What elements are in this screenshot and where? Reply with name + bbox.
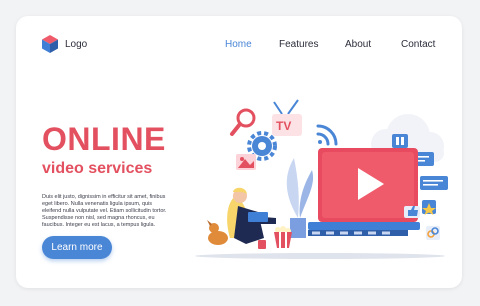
learn-more-button[interactable]: Learn more [42, 236, 112, 259]
nav-about[interactable]: About [345, 39, 371, 50]
message-icon [420, 176, 448, 190]
tv-icon: TV [272, 99, 302, 136]
woman-figure [227, 187, 276, 244]
hero-subtitle: video services [42, 160, 153, 177]
popcorn-icon [274, 226, 292, 248]
nav-features[interactable]: Features [279, 39, 318, 50]
hero-title: ONLINE [42, 121, 166, 157]
logo[interactable]: Logo [40, 34, 87, 54]
cube-icon [42, 35, 58, 53]
ground-shadow [195, 253, 445, 259]
wifi-icon [316, 124, 338, 146]
search-icon [230, 108, 256, 136]
nav-contact[interactable]: Contact [401, 39, 435, 50]
image-icon [236, 154, 256, 170]
logo-text: Logo [65, 38, 88, 50]
video-services-illustration: TV [195, 99, 448, 259]
like-icon [404, 206, 420, 218]
hero-body-text: Duis elit justo, dignissim in efficitur … [42, 194, 167, 228]
link-icon [426, 226, 440, 240]
video-player [308, 148, 420, 230]
dog-figure [207, 220, 228, 245]
nav-home[interactable]: Home [225, 39, 252, 50]
pause-icon [392, 134, 408, 148]
film-strip [308, 230, 408, 236]
tv-label: TV [276, 119, 291, 133]
cup-icon [258, 240, 266, 249]
star-icon [422, 200, 436, 215]
